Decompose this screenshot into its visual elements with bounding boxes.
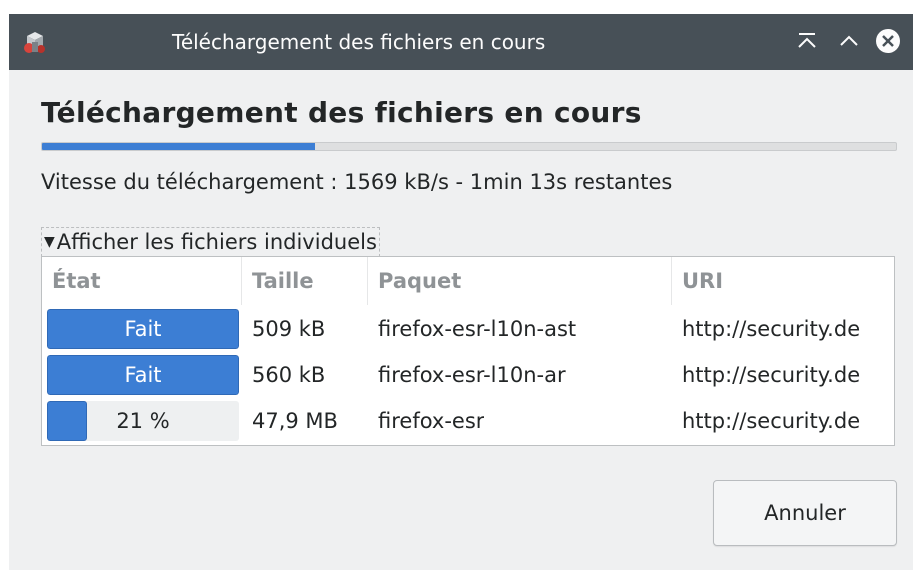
table-header: État Taille Paquet URI xyxy=(42,257,894,305)
overall-progress-fill xyxy=(42,143,316,150)
package-cell: firefox-esr-l10n-ast xyxy=(378,317,577,341)
uri-cell: http://security.de xyxy=(682,409,861,433)
table-row[interactable]: Fait 509 kB firefox-esr-l10n-ast http://… xyxy=(42,306,894,352)
status-progress: 21 % xyxy=(47,401,239,441)
title-bar[interactable]: Téléchargement des fichiers en cours xyxy=(9,14,913,70)
overall-progress-bar xyxy=(41,142,897,151)
table-row[interactable]: Fait 560 kB firefox-esr-l10n-ar http://s… xyxy=(42,352,894,398)
file-table[interactable]: État Taille Paquet URI Fait 509 kB firef… xyxy=(41,256,895,446)
cancel-button[interactable]: Annuler xyxy=(713,480,897,546)
status-label: Fait xyxy=(124,317,162,341)
status-label: Fait xyxy=(124,363,162,387)
expander-label: Afficher les fichiers individuels xyxy=(56,230,377,254)
column-header-uri[interactable]: URI xyxy=(672,257,894,305)
show-individual-files-expander[interactable]: ▼ Afficher les fichiers individuels xyxy=(41,227,380,257)
maximize-icon[interactable] xyxy=(836,28,862,54)
package-cell: firefox-esr-l10n-ar xyxy=(378,363,566,387)
download-speed-text: Vitesse du téléchargement : 1569 kB/s - … xyxy=(41,170,673,194)
window-title: Téléchargement des fichiers en cours xyxy=(172,30,546,54)
status-progress: Fait xyxy=(47,309,239,349)
page-title: Téléchargement des fichiers en cours xyxy=(41,96,642,129)
column-header-package[interactable]: Paquet xyxy=(368,257,672,305)
uri-cell: http://security.de xyxy=(682,317,861,341)
column-header-status[interactable]: État xyxy=(42,257,242,305)
triangle-down-icon: ▼ xyxy=(44,234,55,250)
size-cell: 560 kB xyxy=(252,363,326,387)
column-header-size[interactable]: Taille xyxy=(242,257,368,305)
size-cell: 47,9 MB xyxy=(252,409,338,433)
uri-cell: http://security.de xyxy=(682,363,861,387)
size-cell: 509 kB xyxy=(252,317,326,341)
status-progress: Fait xyxy=(47,355,239,395)
download-dialog: Téléchargement des fichiers en cours Tél… xyxy=(9,14,913,570)
package-cell: firefox-esr xyxy=(378,409,485,433)
close-icon[interactable] xyxy=(875,28,901,54)
table-row[interactable]: 21 % 47,9 MB firefox-esr http://security… xyxy=(42,398,894,444)
status-label: 21 % xyxy=(116,409,170,433)
package-manager-icon[interactable] xyxy=(21,28,49,56)
keep-above-icon[interactable] xyxy=(794,28,820,54)
